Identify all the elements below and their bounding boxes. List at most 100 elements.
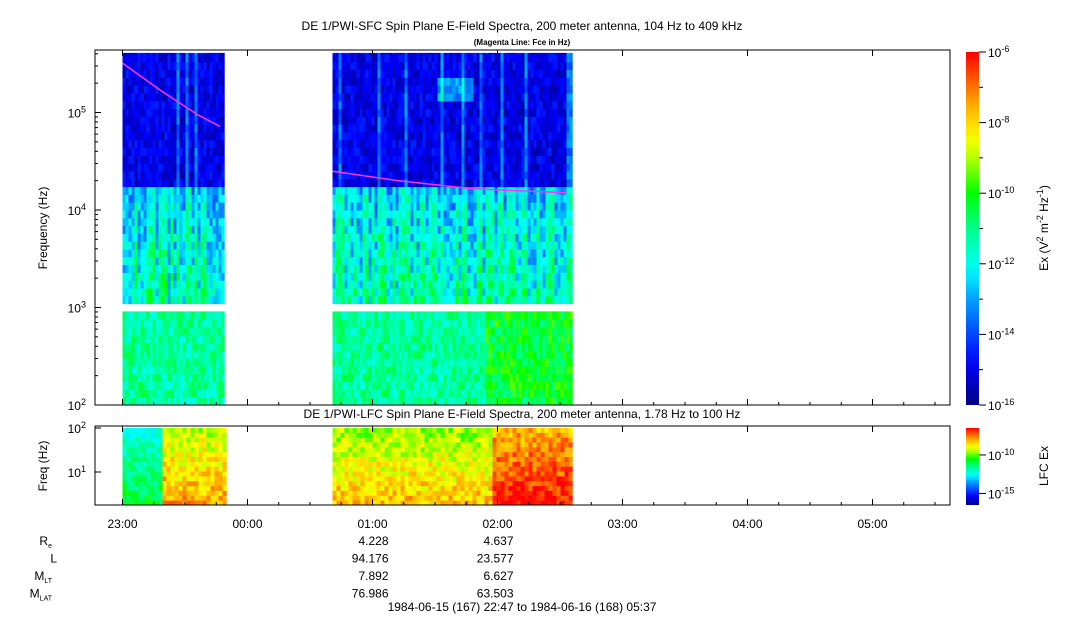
spectrogram-cell bbox=[350, 280, 354, 289]
spectrogram-cell bbox=[383, 54, 387, 63]
spectrogram-cell bbox=[152, 272, 156, 281]
spectrogram-cell bbox=[449, 186, 453, 195]
spectrogram-cell bbox=[428, 178, 432, 188]
spectrogram-cell bbox=[485, 139, 489, 149]
spectrogram-cell bbox=[353, 241, 357, 250]
spectrogram-cell bbox=[137, 288, 141, 297]
spectrogram-cell bbox=[485, 77, 489, 86]
spectrogram-cell bbox=[485, 249, 489, 258]
spectrogram-cell bbox=[371, 256, 375, 266]
spectrogram-cell bbox=[401, 295, 405, 305]
spectrogram-cell bbox=[185, 264, 189, 273]
spectrogram-cell bbox=[125, 233, 129, 242]
spectrogram-cell bbox=[203, 366, 207, 375]
spectrogram-cell bbox=[200, 217, 204, 227]
spectrogram-cell bbox=[446, 124, 450, 133]
spectrogram-cell bbox=[425, 373, 429, 383]
spectrogram-cell bbox=[152, 171, 156, 180]
spectrogram-cell bbox=[548, 397, 552, 406]
spectrogram-cell bbox=[425, 295, 429, 305]
spectrogram-cell bbox=[413, 155, 417, 164]
spectrogram-cell bbox=[452, 93, 456, 102]
spectrogram-cell bbox=[479, 108, 483, 117]
spectrogram-cell bbox=[200, 108, 204, 117]
spectrogram-cell bbox=[524, 272, 528, 281]
spectrogram-cell bbox=[386, 373, 390, 383]
spectrogram-cell bbox=[395, 100, 399, 110]
spectrogram-cell bbox=[440, 217, 444, 227]
spectrogram-cell bbox=[398, 272, 402, 281]
spectrogram-cell bbox=[368, 319, 372, 328]
spectrogram-cell bbox=[530, 381, 534, 390]
spectrogram-cell bbox=[431, 342, 435, 351]
spectrogram-cell bbox=[359, 233, 363, 242]
spectrogram-cell bbox=[428, 397, 432, 406]
spectrogram-cell bbox=[167, 397, 171, 406]
spectrogram-cell bbox=[485, 350, 489, 359]
spectrogram-cell bbox=[383, 93, 387, 102]
spectrogram-cell bbox=[413, 256, 417, 266]
spectrogram-cell bbox=[122, 147, 126, 156]
spectrogram-cell bbox=[431, 288, 435, 297]
spectrogram-cell bbox=[203, 327, 207, 336]
spectrogram-cell bbox=[344, 217, 348, 227]
spectrogram-cell bbox=[512, 264, 516, 273]
spectrogram-cell bbox=[410, 342, 414, 351]
spectrogram-cell bbox=[422, 327, 426, 336]
spectrogram-cell bbox=[524, 319, 528, 328]
spectrogram-cell bbox=[374, 147, 378, 156]
spectrogram-cell bbox=[494, 256, 498, 266]
spectrogram-cell bbox=[458, 295, 462, 305]
spectrogram-cell bbox=[185, 85, 189, 94]
spectrogram-cell bbox=[341, 350, 345, 359]
spectrogram-cell bbox=[413, 69, 417, 78]
spectrogram-cell bbox=[392, 334, 396, 344]
spectrogram-cell bbox=[560, 139, 564, 149]
spectrogram-cell bbox=[410, 319, 414, 328]
spectrogram-cell bbox=[140, 280, 144, 289]
spectrogram-cell bbox=[482, 186, 486, 195]
spectrogram-cell bbox=[398, 334, 402, 344]
spectrogram-cell bbox=[518, 225, 522, 234]
spectrogram-cell bbox=[542, 202, 546, 211]
spectrogram-cell bbox=[425, 381, 429, 390]
spectrogram-cell bbox=[500, 311, 504, 320]
spectrogram-cell bbox=[194, 178, 198, 188]
spectrogram-cell bbox=[461, 288, 465, 297]
spectrogram-cell bbox=[419, 217, 423, 227]
spectrogram-cell bbox=[365, 373, 369, 383]
spectrogram-cell bbox=[416, 69, 420, 78]
spectrogram-cell bbox=[512, 295, 516, 305]
spectrogram-cell bbox=[197, 233, 201, 242]
spectrogram-cell bbox=[560, 171, 564, 180]
spectrogram-cell bbox=[344, 264, 348, 273]
spectrogram-cell bbox=[185, 54, 189, 63]
spectrogram-cell bbox=[149, 358, 153, 367]
spectrogram-cell bbox=[542, 178, 546, 188]
spectrogram-cell bbox=[200, 342, 204, 351]
spectrogram-cell bbox=[410, 373, 414, 383]
spectrogram-cell bbox=[152, 100, 156, 110]
spectrogram-cell bbox=[479, 77, 483, 86]
spectrogram-cell bbox=[374, 295, 378, 305]
spectrogram-cell bbox=[488, 61, 492, 71]
spectrogram-cell bbox=[341, 397, 345, 406]
spectrogram-cell bbox=[179, 319, 183, 328]
spectrogram-cell bbox=[524, 217, 528, 227]
spectrogram-cell bbox=[410, 69, 414, 78]
spectrogram-cell bbox=[392, 124, 396, 133]
spectrogram-cell bbox=[380, 319, 384, 328]
spectrogram-cell bbox=[434, 334, 438, 344]
spectrogram-cell bbox=[353, 202, 357, 211]
spectrogram-cell bbox=[395, 373, 399, 383]
spectrogram-cell bbox=[398, 295, 402, 305]
spectrogram-cell bbox=[146, 202, 150, 211]
spectrogram-cell bbox=[374, 100, 378, 110]
spectrogram-cell bbox=[368, 186, 372, 195]
spectrogram-cell bbox=[383, 358, 387, 367]
spectrogram-cell bbox=[497, 373, 501, 383]
spectrogram-cell bbox=[428, 233, 432, 242]
spectrogram-cell bbox=[212, 186, 216, 195]
spectrogram-cell bbox=[140, 163, 144, 172]
spectrogram-cell bbox=[380, 342, 384, 351]
